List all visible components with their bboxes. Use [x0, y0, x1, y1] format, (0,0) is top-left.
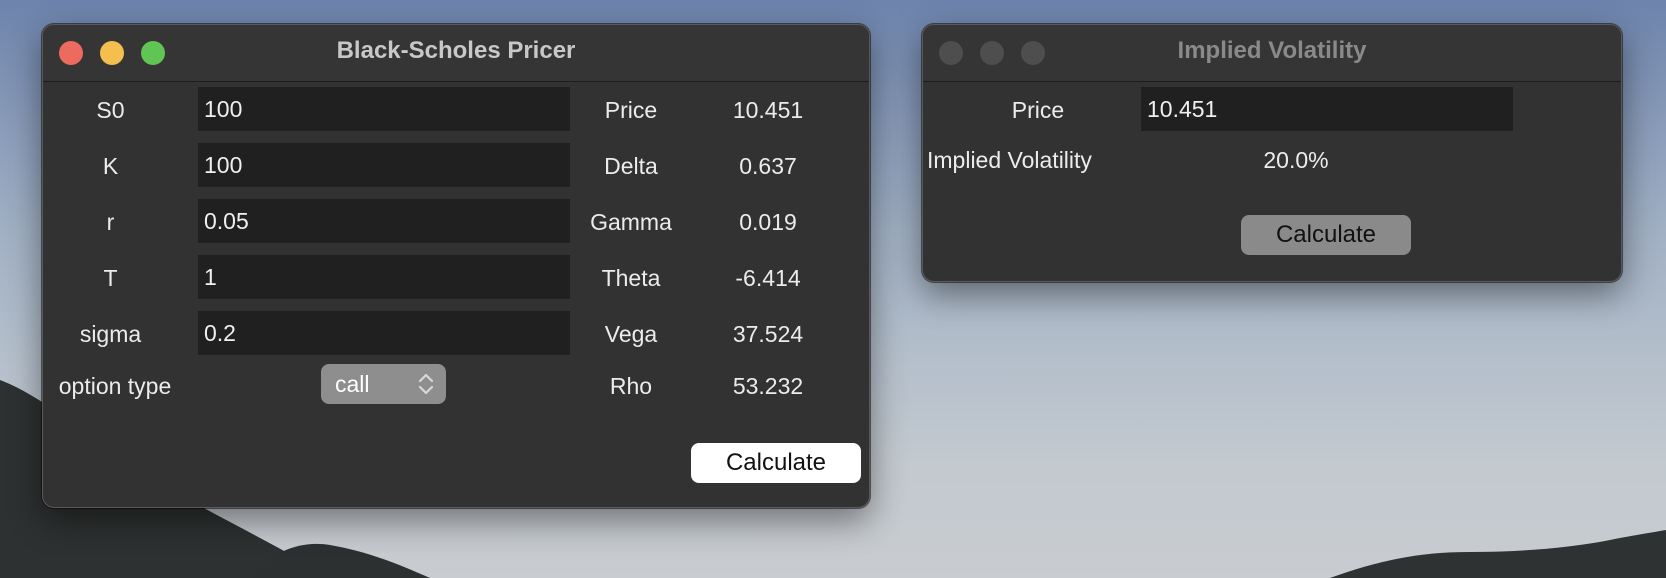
chevron-up-down-icon: [418, 373, 434, 395]
pricer-window: Black-Scholes Pricer S0 K r T sigma opti…: [42, 24, 870, 508]
label-option-type: option type: [58, 373, 172, 399]
option-type-select[interactable]: call: [321, 364, 446, 404]
label-r: r: [106, 209, 115, 235]
price-value: 10.451: [732, 97, 804, 123]
sigma-input[interactable]: [198, 311, 570, 355]
window-title: Black-Scholes Pricer: [336, 37, 576, 64]
rho-value: 53.232: [732, 373, 804, 399]
k-input[interactable]: [198, 143, 570, 187]
label-theta: Theta: [601, 265, 661, 291]
price-input[interactable]: [1141, 87, 1513, 131]
implied-volatility-window: Implied Volatility Price Implied Volatil…: [922, 24, 1622, 282]
calculate-button[interactable]: Calculate: [1241, 215, 1411, 255]
label-implied-volatility: Implied Volatility: [927, 147, 1092, 173]
label-sigma: sigma: [79, 321, 142, 347]
label-k: K: [102, 153, 119, 179]
label-price: Price: [604, 97, 658, 123]
theta-value: -6.414: [735, 265, 801, 291]
gamma-value: 0.019: [739, 209, 797, 235]
pricer-titlebar[interactable]: Black-Scholes Pricer: [43, 25, 869, 82]
r-input[interactable]: [198, 199, 570, 243]
label-vega: Vega: [604, 321, 658, 347]
calculate-button[interactable]: Calculate: [691, 443, 861, 483]
option-type-value: call: [335, 371, 370, 397]
label-delta: Delta: [604, 153, 658, 179]
window-title: Implied Volatility: [1177, 37, 1367, 64]
label-t: T: [103, 265, 118, 291]
label-gamma: Gamma: [590, 209, 672, 235]
delta-value: 0.637: [739, 153, 797, 179]
label-s0: S0: [96, 97, 125, 123]
s0-input[interactable]: [198, 87, 570, 131]
label-rho: Rho: [609, 373, 653, 399]
t-input[interactable]: [198, 255, 570, 299]
implied-volatility-value: 20.0%: [1263, 147, 1329, 173]
implied-volatility-titlebar[interactable]: Implied Volatility: [923, 25, 1621, 82]
label-price: Price: [1011, 97, 1065, 123]
vega-value: 37.524: [732, 321, 804, 347]
